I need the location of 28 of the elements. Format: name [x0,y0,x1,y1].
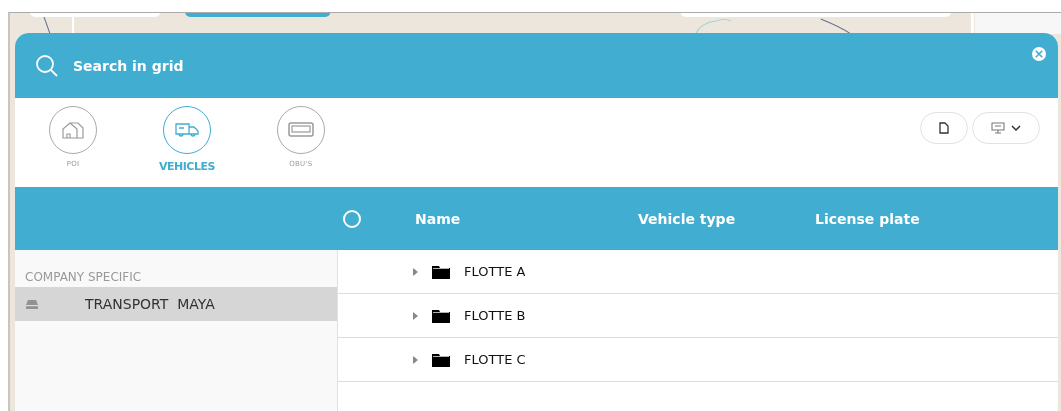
document-button[interactable] [920,112,968,144]
table-cell: FLOTTE A [464,264,526,279]
document-icon [939,122,949,134]
close-icon [1035,49,1043,58]
column-header[interactable]: License plate [815,210,920,227]
folder-icon [432,308,450,323]
monitor-icon [991,122,1005,134]
folder-icon [432,352,450,367]
sidebar-item[interactable]: TRANSPORT MAYA [15,287,337,321]
table-cell: FLOTTE B [464,308,526,323]
chevron-down-icon [1011,125,1021,131]
column-header[interactable]: Vehicle type [638,210,815,227]
expand-caret-icon[interactable] [413,355,418,364]
search-icon [35,53,59,78]
column-header[interactable]: Name [415,210,638,227]
section-heading: COMPANY SPECIFIC [24,269,143,286]
folder-icon [432,264,450,279]
expand-caret-icon[interactable] [413,267,418,276]
house-icon [61,120,85,140]
expand-caret-icon[interactable] [413,311,418,320]
display-menu-button[interactable] [972,112,1040,144]
close-button[interactable] [1032,46,1046,61]
device-icon [286,121,315,139]
select-all-checkbox[interactable] [343,209,361,228]
truck-icon [173,121,200,139]
table-cell: FLOTTE C [464,352,526,367]
vehicle-icon [25,298,39,310]
search-field[interactable]: Search in grid [71,56,375,75]
